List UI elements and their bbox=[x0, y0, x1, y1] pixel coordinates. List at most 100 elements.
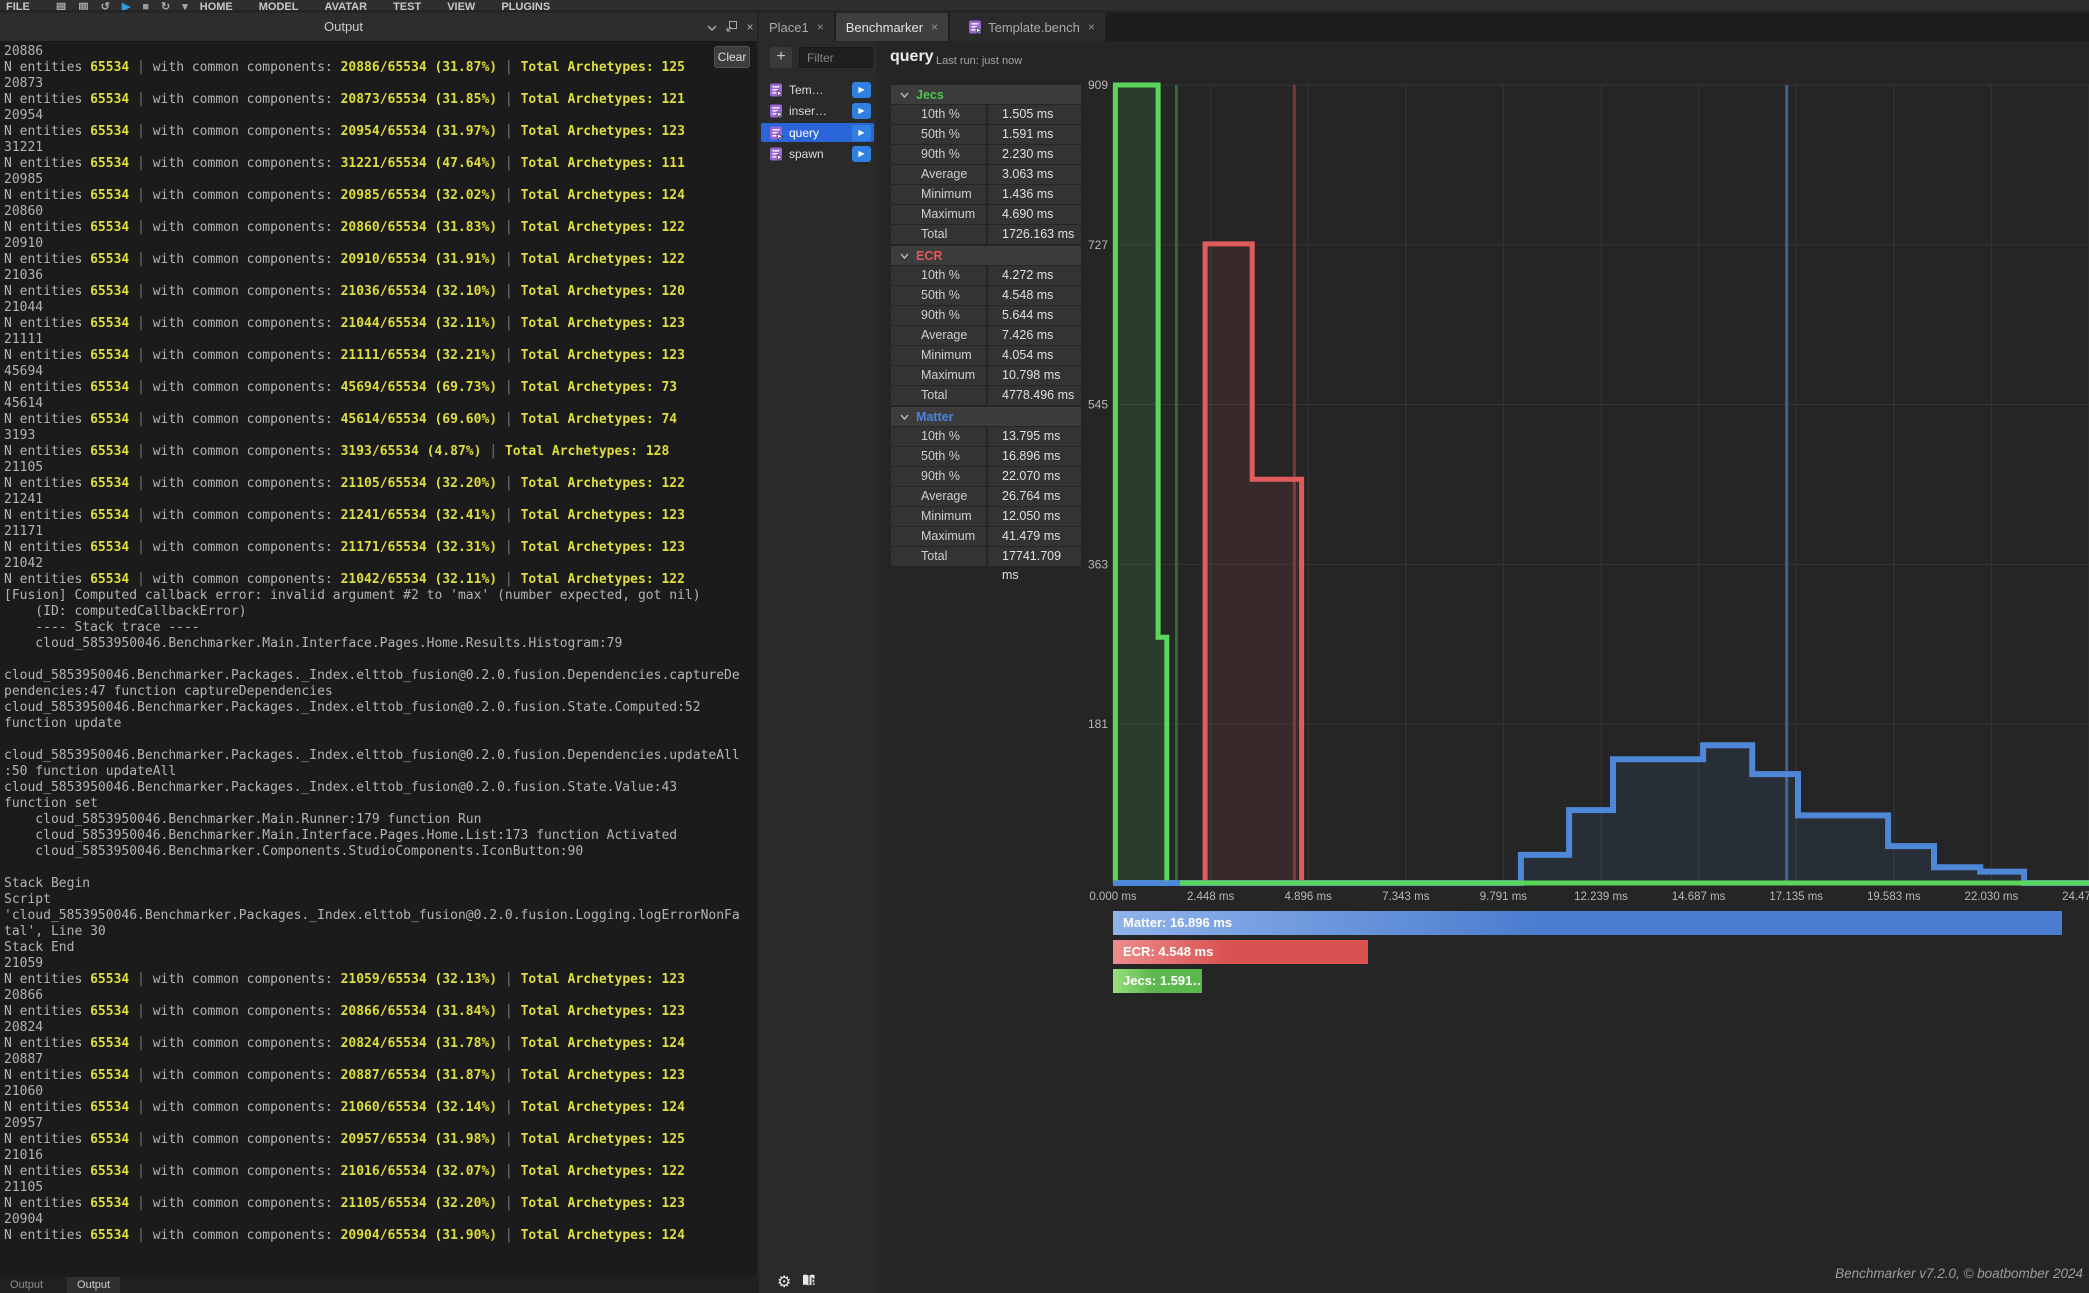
stat-value: 10.798 ms bbox=[988, 366, 1081, 385]
console-line: N entities 65534 │ with common component… bbox=[4, 124, 757, 140]
console-line: 45614 bbox=[4, 396, 757, 412]
stat-label: 50th % bbox=[891, 286, 986, 305]
stats-row: Minimum4.054 ms bbox=[891, 346, 1081, 365]
stats-section-header-ecr[interactable]: ECR bbox=[891, 246, 1081, 265]
stop-icon[interactable]: ■ bbox=[142, 0, 149, 10]
filter-input[interactable] bbox=[799, 47, 873, 68]
menu-item-avatar[interactable]: AVATAR bbox=[324, 0, 367, 10]
output-panel-title: Output bbox=[0, 13, 687, 41]
benchmark-item-inser[interactable]: inser…▶ bbox=[761, 102, 874, 121]
console-line: 21171 bbox=[4, 524, 757, 540]
benchmark-item-label: query bbox=[789, 126, 852, 140]
tab-close-icon[interactable]: × bbox=[1088, 20, 1095, 34]
console-line: N entities 65534 │ with common component… bbox=[4, 380, 757, 396]
x-tick-label: 4.896 ms bbox=[1285, 891, 1333, 903]
bottom-tab-output[interactable]: Output bbox=[0, 1277, 53, 1293]
tab-close-icon[interactable]: × bbox=[931, 20, 938, 34]
stat-value: 2.230 ms bbox=[988, 145, 1081, 164]
redo-icon[interactable]: ↻ bbox=[161, 0, 170, 10]
run-benchmark-button[interactable]: ▶ bbox=[852, 82, 871, 98]
menu-item-test[interactable]: TEST bbox=[393, 0, 421, 10]
stat-label: Maximum bbox=[891, 527, 986, 546]
undo-icon[interactable]: ↺ bbox=[101, 0, 110, 10]
bottom-dock-tabbar: Output Output bbox=[0, 1277, 759, 1293]
clipboard-icon[interactable]: ▤ bbox=[56, 0, 66, 10]
menu-item-model[interactable]: MODEL bbox=[259, 0, 299, 10]
open-log-icon[interactable] bbox=[801, 1273, 817, 1293]
console-line: 20910 bbox=[4, 236, 757, 252]
console-line: cloud_5853950046.Benchmarker.Packages._I… bbox=[4, 668, 757, 684]
play-icon[interactable]: ▶ bbox=[122, 0, 130, 10]
stat-value: 41.479 ms bbox=[988, 527, 1081, 546]
console-line: 21105 bbox=[4, 460, 757, 476]
stat-value: 4.548 ms bbox=[988, 286, 1081, 305]
add-benchmark-button[interactable]: + bbox=[770, 47, 792, 68]
stat-label: 10th % bbox=[891, 427, 986, 446]
float-panel-icon[interactable] bbox=[724, 20, 740, 36]
x-tick-label: 19.583 ms bbox=[1867, 891, 1921, 903]
stat-value: 4778.496 ms bbox=[988, 386, 1081, 405]
benchmark-item-spawn[interactable]: spawn▶ bbox=[761, 145, 874, 164]
console-line: N entities 65534 │ with common component… bbox=[4, 1004, 757, 1020]
x-tick-label: 0.000 ms bbox=[1089, 891, 1137, 903]
stats-section-header-matter[interactable]: Matter bbox=[891, 407, 1081, 426]
menu-item-home[interactable]: HOME bbox=[200, 0, 233, 10]
run-benchmark-button[interactable]: ▶ bbox=[852, 146, 871, 162]
benchmark-title: query bbox=[890, 48, 934, 66]
stats-row: 50th %16.896 ms bbox=[891, 447, 1081, 466]
tab-close-icon[interactable]: × bbox=[817, 20, 824, 34]
stats-section-matter: Matter10th %13.795 ms50th %16.896 ms90th… bbox=[891, 407, 1081, 566]
benchmark-item-Tem[interactable]: Tem…▶ bbox=[761, 80, 874, 99]
tab-template-bench[interactable]: Template.bench× bbox=[950, 13, 1105, 41]
stat-value: 1.591 ms bbox=[988, 125, 1081, 144]
histogram-chart: 0.000 ms2.448 ms4.896 ms7.343 ms9.791 ms… bbox=[1080, 57, 2089, 910]
console-line: 21042 bbox=[4, 556, 757, 572]
stats-row: Minimum1.436 ms bbox=[891, 185, 1081, 204]
stats-section-name: ECR bbox=[916, 249, 942, 263]
run-benchmark-button[interactable]: ▶ bbox=[852, 103, 871, 119]
stat-label: 90th % bbox=[891, 145, 986, 164]
stats-row: 10th %13.795 ms bbox=[891, 427, 1081, 446]
menu-item-plugins[interactable]: PLUGINS bbox=[501, 0, 550, 10]
stat-value: 4.054 ms bbox=[988, 346, 1081, 365]
console-line: 21060 bbox=[4, 1084, 757, 1100]
console-line: Script bbox=[4, 892, 757, 908]
close-icon[interactable]: × bbox=[742, 20, 758, 36]
x-tick-label: 24.478 ms bbox=[2062, 891, 2089, 903]
caret-down-icon[interactable]: ▾ bbox=[182, 0, 188, 10]
y-tick-label: 363 bbox=[1088, 557, 1108, 571]
tab-place1[interactable]: Place1× bbox=[759, 13, 834, 41]
console-line: tal', Line 30 bbox=[4, 924, 757, 940]
tab-benchmarker[interactable]: Benchmarker× bbox=[836, 13, 948, 41]
benchmark-item-label: Tem… bbox=[789, 83, 852, 97]
console-line bbox=[4, 860, 757, 876]
legend-bar-jecs: Jecs: 1.591… bbox=[1113, 969, 1202, 993]
console-line: (ID: computedCallbackError) bbox=[4, 604, 757, 620]
stat-label: 90th % bbox=[891, 467, 986, 486]
run-benchmark-button[interactable]: ▶ bbox=[852, 125, 871, 141]
console-line: N entities 65534 │ with common component… bbox=[4, 156, 757, 172]
clear-button[interactable]: Clear bbox=[714, 46, 750, 68]
stat-value: 26.764 ms bbox=[988, 487, 1081, 506]
bottom-tab-output[interactable]: Output bbox=[67, 1277, 120, 1293]
settings-gear-icon[interactable]: ⚙ bbox=[777, 1275, 791, 1291]
console-line: N entities 65534 │ with common component… bbox=[4, 412, 757, 428]
output-console[interactable]: 20886N entities 65534 │ with common comp… bbox=[0, 41, 757, 1277]
stats-row: Average7.426 ms bbox=[891, 326, 1081, 345]
menu-item-view[interactable]: VIEW bbox=[447, 0, 475, 10]
console-line: :50 function updateAll bbox=[4, 764, 757, 780]
console-line: function set bbox=[4, 796, 757, 812]
benchmark-item-query[interactable]: query▶ bbox=[761, 123, 874, 142]
stat-value: 13.795 ms bbox=[988, 427, 1081, 446]
studio-window: FILE ▤ ▥ ↺ ▶ ■ ↻ ▾ HOME MODEL AVATAR TEST VIEW PLUGIN… bbox=[0, 0, 2089, 1293]
benchmark-item-label: inser… bbox=[789, 104, 852, 118]
menu-item-file[interactable]: FILE bbox=[6, 0, 30, 10]
stats-row: Average3.063 ms bbox=[891, 165, 1081, 184]
chevron-down-icon[interactable] bbox=[704, 20, 720, 36]
benchmark-list-panel: + ⚙ Tem…▶inser…▶query▶spawn▶ bbox=[759, 41, 878, 1293]
console-line: 21059 bbox=[4, 956, 757, 972]
stats-tables: Jecs10th %1.505 ms50th %1.591 ms90th %2.… bbox=[891, 85, 1081, 568]
stats-section-header-jecs[interactable]: Jecs bbox=[891, 85, 1081, 104]
paste-icon[interactable]: ▥ bbox=[78, 0, 88, 10]
stats-row: Maximum10.798 ms bbox=[891, 366, 1081, 385]
